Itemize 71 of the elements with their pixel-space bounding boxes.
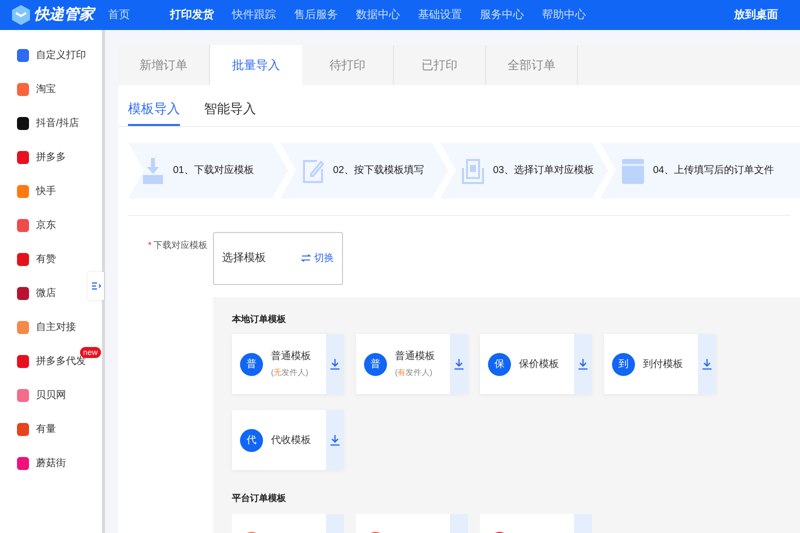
download-tray-icon (142, 158, 164, 184)
template-name: 代收模板 (271, 434, 311, 448)
sidebar-item[interactable]: 抖音/抖店 (0, 106, 102, 140)
sidebar-item[interactable]: 自主对接 (0, 310, 102, 344)
box-icon (622, 158, 644, 184)
nav-link[interactable]: 数据中心 (356, 6, 418, 24)
switch-button[interactable]: 切换 (301, 250, 334, 266)
desktop-link[interactable]: 放到桌面 (734, 6, 778, 24)
download-button[interactable] (574, 334, 592, 394)
template-badge: 代 (240, 428, 263, 452)
required-mark: * (148, 238, 152, 252)
sidebar-item[interactable]: 京东 (0, 208, 102, 242)
download-button[interactable] (698, 334, 716, 394)
template-card[interactable]: 保 保价模板 (480, 334, 592, 394)
collapse-toggle[interactable] (88, 272, 104, 300)
section-title: 本地订单模板 (232, 312, 287, 326)
nav-link[interactable]: 基础设置 (418, 6, 480, 24)
nav-link[interactable]: 服务中心 (480, 6, 542, 24)
sidebar-item[interactable]: 贝贝网 (0, 378, 102, 412)
document-icon (462, 158, 484, 184)
sidebar-item[interactable]: 拼多多 (0, 140, 102, 174)
template-select[interactable]: 选择模板 切换 (213, 232, 343, 284)
step-label: 02、按下载模板填写 (333, 164, 424, 178)
nav-link[interactable]: 售后服务 (294, 6, 356, 24)
sidebar-item[interactable]: 快手 (0, 174, 102, 208)
template-badge: 普 (240, 352, 263, 376)
download-icon (453, 358, 465, 370)
template-name: 到付模板 (643, 358, 683, 372)
logo-text: 快递管家 (34, 4, 94, 25)
nav-link[interactable]: 打印发货 (170, 6, 232, 24)
download-button[interactable] (450, 334, 468, 394)
template-badge: 保 (488, 352, 511, 376)
new-badge: new (80, 347, 101, 358)
template-card[interactable]: 到 到付模板 (604, 334, 716, 394)
download-button[interactable] (326, 410, 344, 470)
template-card[interactable]: 代 代收模板 (232, 410, 344, 470)
template-name: 保价模板 (519, 358, 559, 372)
sidebar-item[interactable]: 拼多多代发 new (0, 344, 102, 378)
sidebar-item[interactable]: 蘑菇街 (0, 446, 102, 480)
subtab[interactable]: 智能导入 (204, 99, 256, 126)
nav-link[interactable]: 快件跟踪 (232, 6, 294, 24)
edit-icon (302, 158, 324, 184)
download-icon (577, 358, 589, 370)
logo-icon (12, 5, 30, 25)
template-card[interactable]: 普 普通模板 (无发件人) (232, 334, 344, 394)
sender-note: (无发件人) (271, 367, 310, 379)
section-title: 平台订单模板 (232, 492, 287, 505)
step-label: 04、上传填写后的订单文件 (653, 164, 774, 178)
step-label: 01、下载对应模板 (173, 164, 254, 178)
download-icon (701, 358, 713, 370)
download-icon (329, 434, 341, 446)
download-button[interactable] (326, 334, 344, 394)
template-card[interactable]: 普 普通模板 (有发件人) (356, 334, 468, 394)
template-badge: 普 (364, 352, 387, 376)
template-badge: 到 (612, 352, 635, 376)
nav-link[interactable]: 帮助中心 (542, 6, 604, 24)
step-label: 03、选择订单对应模板 (493, 164, 594, 178)
menu-icon (92, 282, 100, 290)
sidebar-item[interactable]: 自定义打印 (0, 38, 102, 72)
template-name: 普通模板 (271, 350, 311, 364)
download-icon (329, 358, 341, 370)
nav-link[interactable]: 首页 (108, 6, 170, 24)
template-name: 普通模板 (395, 350, 435, 364)
sidebar-item[interactable]: 有赞 (0, 242, 102, 276)
subtab[interactable]: 模板导入 (128, 99, 180, 126)
swap-icon (301, 254, 311, 262)
sender-note: (有发件人) (395, 367, 434, 379)
tab[interactable]: 批量导入 (210, 45, 302, 85)
field-label: 下载对应模板 (154, 238, 208, 252)
sidebar-item[interactable]: 淘宝 (0, 72, 102, 106)
sidebar-item[interactable]: 有量 (0, 412, 102, 446)
